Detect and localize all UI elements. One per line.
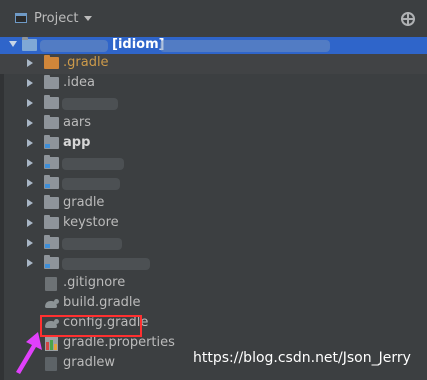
chevron-right-icon[interactable] [27,79,33,87]
module-folder-icon [44,255,59,269]
module-folder-icon [44,155,59,169]
gradle-elephant-icon [43,299,59,309]
tree-item[interactable]: keystore [0,214,427,234]
project-window-icon [15,13,27,23]
module-folder-icon [44,235,59,249]
tree-item[interactable] [0,94,427,114]
item-label: .gitignore [63,275,126,290]
item-label: gradlew [63,355,116,370]
chevron-right-icon[interactable] [27,159,33,167]
tree-item[interactable]: .gitignore [0,274,427,294]
tree-item[interactable] [0,254,427,274]
item-label: gradle [63,195,105,210]
folder-icon [44,115,59,129]
folder-icon [44,215,59,229]
tree-item[interactable]: app [0,134,427,154]
chevron-down-icon[interactable] [9,41,17,47]
tree-root[interactable]: [idiom] [0,37,427,54]
module-folder-icon [44,175,59,189]
tree-item[interactable]: aars [0,114,427,134]
chevron-right-icon[interactable] [27,219,33,227]
root-label: [idiom] [112,37,165,52]
folder-icon [22,37,37,51]
chevron-right-icon[interactable] [27,99,33,107]
redacted-text [62,258,150,270]
chevron-right-icon[interactable] [27,179,33,187]
module-folder-icon [44,135,59,149]
item-label: app [63,135,91,150]
tree-item[interactable]: gradle [0,194,427,214]
project-panel-header: Project [0,0,427,38]
chevron-down-icon[interactable] [84,16,92,21]
chevron-right-icon[interactable] [27,119,33,127]
folder-icon [44,75,59,89]
item-label: .idea [63,75,95,90]
chevron-right-icon[interactable] [27,239,33,247]
file-icon [45,277,57,291]
folder-icon [44,55,59,69]
tree-item[interactable] [0,234,427,254]
tree-item[interactable]: .gradle [0,54,427,74]
redacted-text [62,178,120,190]
folder-icon [44,195,59,209]
redacted-text [62,98,118,110]
watermark: https://blog.csdn.net/Json_Jerry [193,350,411,366]
redacted-text [62,158,124,170]
item-label: .gradle [63,55,109,70]
tree-item[interactable] [0,174,427,194]
folder-icon [44,95,59,109]
redacted-text [160,40,330,52]
chevron-right-icon[interactable] [27,259,33,267]
highlight-box [40,315,142,337]
tree-item[interactable] [0,154,427,174]
item-label: aars [63,115,92,130]
panel-title[interactable]: Project [34,11,78,26]
item-label: gradle.properties [63,335,175,350]
pointer-arrow-icon [16,332,42,374]
chevron-right-icon[interactable] [27,59,33,67]
tree-item[interactable]: .idea [0,74,427,94]
item-label: keystore [63,215,119,230]
redacted-text [40,40,108,52]
locate-crosshair-icon[interactable] [401,12,415,26]
item-label: build.gradle [63,295,141,310]
chevron-right-icon[interactable] [27,199,33,207]
chevron-right-icon[interactable] [27,139,33,147]
redacted-text [62,238,122,250]
tree-item[interactable]: build.gradle [0,294,427,314]
